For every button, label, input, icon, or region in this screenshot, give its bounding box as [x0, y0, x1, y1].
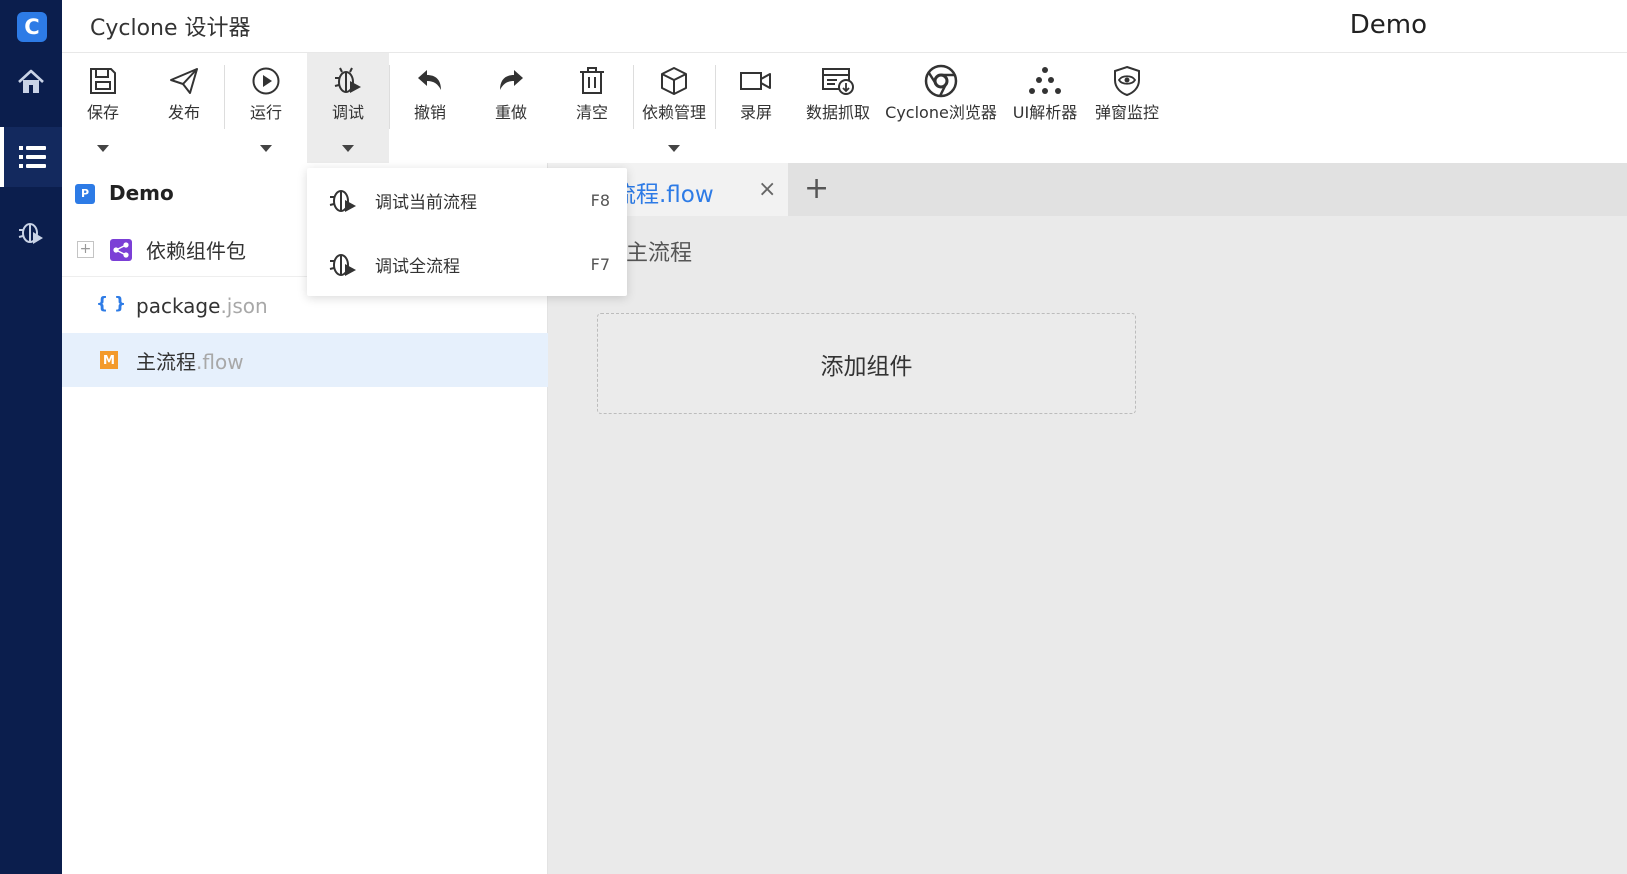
data-capture-label: 数据抓取: [805, 103, 870, 122]
rail-item-project-list[interactable]: [0, 127, 62, 187]
app-window: C Cyclone 设计器 Demo 保存 发布 运行 调试 撤销 重做 清空 …: [0, 0, 1627, 874]
editor-tab-bar: 主流程.flow × +: [548, 163, 1627, 216]
app-logo: C: [17, 12, 47, 42]
chrome-browser-icon: [924, 64, 958, 98]
flow-title: 主流程: [626, 241, 693, 266]
play-circle-icon: [252, 67, 280, 95]
bug-play-icon: [329, 190, 356, 212]
component-package-icon: [110, 239, 132, 261]
publish-button[interactable]: 发布: [143, 53, 225, 163]
expand-icon[interactable]: +: [77, 241, 94, 258]
json-file-icon: { }: [96, 294, 127, 314]
clear-label: 清空: [575, 103, 608, 122]
dependency-manager-button[interactable]: 依赖管理: [633, 53, 715, 163]
title-bar: Cyclone 设计器 Demo: [62, 0, 1627, 53]
flow-file-icon: M: [100, 351, 118, 369]
project-title: Demo: [1349, 10, 1427, 40]
menu-item-shortcut: F7: [590, 254, 610, 274]
debug-button[interactable]: 调试: [307, 53, 389, 163]
main-flow-label: 主流程.flow: [136, 346, 244, 375]
redo-label: 重做: [494, 103, 527, 122]
menu-item-shortcut: F8: [590, 190, 610, 210]
bug-play-icon: [329, 254, 356, 276]
add-tab-button[interactable]: +: [804, 171, 829, 206]
menu-item-label: 调试当前流程: [375, 192, 477, 213]
popup-monitor-button[interactable]: 弹窗监控: [1086, 53, 1168, 163]
rail-item-home[interactable]: [0, 52, 62, 112]
bug-icon: [18, 223, 43, 244]
menu-item-debug-current-flow[interactable]: 调试当前流程 F8: [307, 170, 627, 230]
video-camera-icon: [740, 72, 771, 90]
run-button[interactable]: 运行: [225, 53, 307, 163]
save-dropdown-caret[interactable]: [97, 145, 109, 152]
rail-item-debug[interactable]: [0, 202, 62, 262]
add-component-button[interactable]: 添加组件: [597, 313, 1136, 414]
record-screen-button[interactable]: 录屏: [715, 53, 797, 163]
menu-item-label: 调试全流程: [375, 256, 460, 277]
package-json-name: package: [136, 294, 221, 318]
dependency-dropdown-caret[interactable]: [668, 145, 680, 152]
data-capture-button[interactable]: 数据抓取: [797, 53, 879, 163]
debug-label: 调试: [331, 103, 364, 122]
home-icon: [18, 69, 44, 93]
redo-icon: [500, 70, 523, 90]
save-icon: [90, 68, 116, 94]
main-flow-name: 主流程: [136, 349, 196, 374]
dependency-package-label: 依赖组件包: [146, 239, 246, 263]
bug-play-icon: [334, 67, 361, 93]
trash-icon: [580, 67, 604, 94]
menu-item-debug-all-flows[interactable]: 调试全流程 F7: [307, 234, 627, 294]
toolbar: 保存 发布 运行 调试 撤销 重做 清空 依赖管理 录屏 数据抓取 Cyclon…: [62, 53, 1627, 163]
save-button[interactable]: 保存: [62, 53, 144, 163]
list-icon: [19, 146, 46, 168]
ui-parser-button[interactable]: UI解析器: [1004, 53, 1086, 163]
paper-plane-icon: [170, 68, 198, 94]
dependency-manager-label: 依赖管理: [641, 103, 706, 122]
app-title: Cyclone 设计器: [90, 16, 251, 41]
package-json-ext: .json: [220, 294, 268, 318]
debug-dropdown-menu: 调试当前流程 F8 调试全流程 F7: [307, 168, 627, 296]
close-icon[interactable]: ×: [758, 177, 776, 202]
data-download-icon: [822, 68, 854, 95]
package-box-icon: [661, 67, 687, 95]
nav-rail: C: [0, 0, 62, 874]
debug-dropdown-caret[interactable]: [342, 145, 354, 152]
ui-parser-label: UI解析器: [1012, 103, 1078, 122]
record-screen-label: 录屏: [739, 103, 772, 122]
save-label: 保存: [86, 103, 119, 122]
redo-button[interactable]: 重做: [470, 53, 552, 163]
run-dropdown-caret[interactable]: [260, 145, 272, 152]
cyclone-browser-label: Cyclone浏览器: [885, 103, 997, 122]
editor-area: 主流程.flow × + 主流程 添加组件: [548, 163, 1627, 874]
run-label: 运行: [249, 103, 282, 122]
undo-label: 撤销: [413, 103, 446, 122]
popup-monitor-label: 弹窗监控: [1094, 103, 1159, 122]
shield-eye-icon: [1114, 65, 1140, 97]
hierarchy-dots-icon: [1029, 67, 1061, 94]
clear-button[interactable]: 清空: [551, 53, 633, 163]
publish-label: 发布: [167, 103, 200, 122]
main-flow-ext: .flow: [196, 349, 244, 374]
project-icon: P: [75, 184, 95, 204]
project-name: Demo: [109, 181, 174, 205]
tree-item-main-flow[interactable]: M 主流程.flow: [62, 333, 548, 387]
cyclone-browser-button[interactable]: Cyclone浏览器: [885, 53, 997, 163]
package-json-label: package.json: [136, 294, 268, 318]
add-component-label: 添加组件: [820, 353, 913, 380]
undo-icon: [418, 70, 441, 90]
undo-button[interactable]: 撤销: [389, 53, 471, 163]
